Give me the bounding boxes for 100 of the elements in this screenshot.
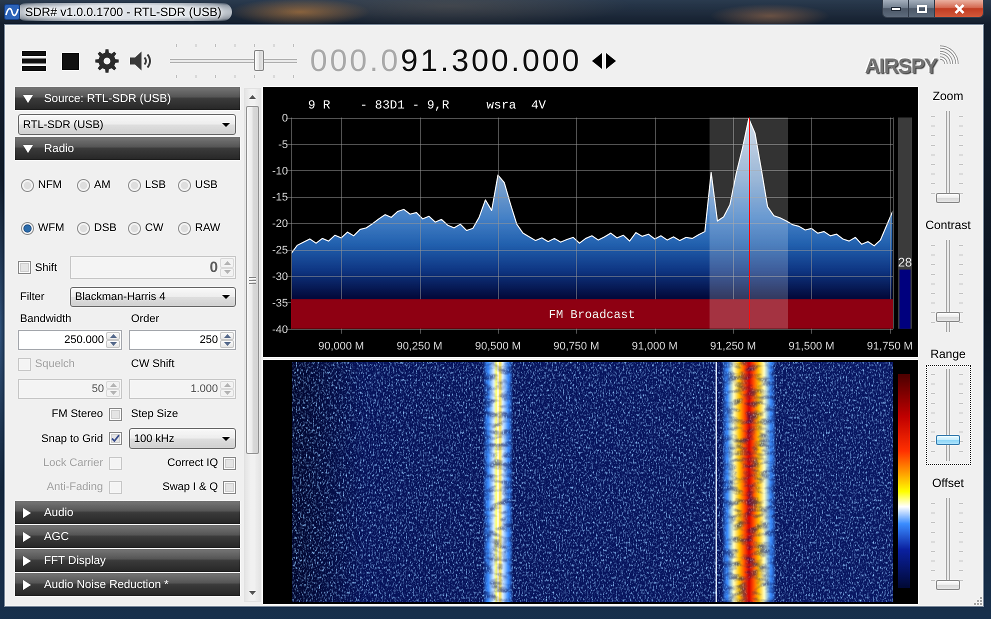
y-tick-label: -40 xyxy=(272,324,288,336)
slider-label: Zoom xyxy=(932,89,964,103)
x-tick-label: 90,000 M xyxy=(318,340,364,352)
checkbox[interactable] xyxy=(109,432,122,445)
y-tick-label: -5 xyxy=(278,138,288,151)
radio-button[interactable] xyxy=(128,222,141,234)
x-tick-label: 91,000 M xyxy=(632,340,678,352)
radio-button[interactable] xyxy=(178,222,191,234)
caret-up-icon xyxy=(224,334,230,338)
checkbox-label: Anti-Fading xyxy=(46,481,103,493)
menu-icon[interactable] xyxy=(22,51,46,71)
stop-icon[interactable] xyxy=(62,52,79,70)
y-tick-label: -15 xyxy=(272,192,288,204)
slider-thumb[interactable] xyxy=(254,50,264,71)
radio-button[interactable] xyxy=(178,178,191,192)
x-tick-label: 91,750 M xyxy=(866,340,913,352)
checkbox-label: Lock Carrier xyxy=(43,457,103,469)
scroll-up-arrow-icon[interactable] xyxy=(249,95,256,99)
app-icon xyxy=(4,4,20,20)
slider-thumb[interactable] xyxy=(936,434,960,445)
section-header[interactable]: AGC xyxy=(15,525,240,548)
y-tick-label: -20 xyxy=(272,218,288,230)
caret-up-icon xyxy=(110,334,116,338)
section-header[interactable]: Radio xyxy=(15,137,240,160)
minimize-button[interactable] xyxy=(883,0,909,17)
settings-icon[interactable] xyxy=(95,49,119,73)
spin-down-button[interactable] xyxy=(106,340,120,348)
slider-thumb[interactable] xyxy=(936,580,960,590)
x-tick-label: 90,750 M xyxy=(553,340,600,352)
close-button[interactable] xyxy=(935,0,983,17)
spin-up-button[interactable] xyxy=(220,332,234,340)
step-size-dropdown[interactable]: 100 kHz xyxy=(129,428,236,449)
caret-up-icon xyxy=(224,383,230,387)
caret-down-icon xyxy=(222,122,230,126)
checkbox[interactable] xyxy=(109,408,122,420)
maximize-button[interactable] xyxy=(909,0,935,17)
caret-down-icon xyxy=(224,342,230,346)
resize-grip-icon[interactable] xyxy=(974,597,982,605)
radio-label: NFM xyxy=(38,179,62,191)
filter-dropdown[interactable]: Blackman-Harris 4 xyxy=(70,287,236,307)
section-header[interactable]: Source: RTL-SDR (USB) xyxy=(15,87,240,110)
caret-down-icon xyxy=(222,295,230,299)
frequency-prefix: 000.0 xyxy=(310,43,401,78)
slider-thumb[interactable] xyxy=(936,193,960,203)
order-field[interactable]: 250 xyxy=(129,330,236,350)
y-tick-label: 0 xyxy=(282,112,288,124)
caret-down-icon xyxy=(224,270,230,274)
checkbox-label: FM Stereo xyxy=(52,408,103,420)
maximize-icon xyxy=(916,4,926,12)
checkbox[interactable] xyxy=(18,261,31,274)
field-label: Order xyxy=(130,312,160,326)
bandwidth-field[interactable]: 250.000 xyxy=(18,330,122,350)
speaker-icon[interactable] xyxy=(129,50,153,72)
radio-button[interactable] xyxy=(21,222,34,234)
section-header[interactable]: Audio Noise Reduction * xyxy=(15,573,240,596)
field-label: Step Size xyxy=(130,408,180,420)
scrollbar-thumb[interactable] xyxy=(246,106,259,454)
radio-button[interactable] xyxy=(21,178,34,192)
x-tick-label: 90,250 M xyxy=(396,340,442,352)
slider-thumb[interactable] xyxy=(936,312,960,322)
checkbox[interactable] xyxy=(223,456,236,470)
caret-down-icon xyxy=(222,436,230,440)
caret-up-icon xyxy=(224,260,230,265)
filter-passband[interactable] xyxy=(710,118,788,329)
checkbox-label: Squelch xyxy=(35,358,75,370)
band-label: FM Broadcast xyxy=(548,308,636,322)
radio-label: LSB xyxy=(145,179,166,191)
device-dropdown[interactable]: RTL-SDR (USB) xyxy=(18,114,236,135)
caret-down-icon xyxy=(224,391,230,395)
window-title: SDR# v1.0.0.1700 - RTL-SDR (USB) xyxy=(17,3,232,21)
section-header[interactable]: Audio xyxy=(15,501,240,524)
caret-down-icon xyxy=(110,391,116,395)
x-tick-label: 91,250 M xyxy=(710,340,756,352)
left-right-arrows-icon[interactable] xyxy=(592,53,616,69)
radio-button[interactable] xyxy=(128,178,141,192)
field-label: Bandwidth xyxy=(19,312,72,326)
field-label: CW Shift xyxy=(130,358,176,370)
radio-button[interactable] xyxy=(77,178,90,192)
radio-label: USB xyxy=(195,179,218,191)
y-tick-label: -35 xyxy=(272,297,288,310)
radio-button[interactable] xyxy=(77,222,90,234)
signal-arcs-icon xyxy=(938,45,959,66)
y-tick-label: -10 xyxy=(272,165,288,178)
field-label: Filter xyxy=(19,291,44,303)
radio-label: WFM xyxy=(38,222,64,234)
vertical-slider[interactable] xyxy=(926,365,970,465)
checkbox-label: Snap to Grid xyxy=(41,432,103,444)
caret-up-icon xyxy=(110,383,116,387)
caret-down-icon xyxy=(110,342,116,346)
section-header[interactable]: FFT Display xyxy=(15,549,240,572)
x-tick-label: 91,500 M xyxy=(788,340,834,352)
scroll-down-arrow-icon[interactable] xyxy=(249,591,256,595)
spin-up-button[interactable] xyxy=(106,332,120,340)
vertical-scrollbar[interactable] xyxy=(244,88,261,602)
checkbox[interactable] xyxy=(223,480,236,494)
spin-down-button[interactable] xyxy=(220,340,234,348)
rds-text: 9 R - 83D1 - 9,R wsra 4V xyxy=(308,98,546,112)
signal-meter-reading: 28 xyxy=(898,256,912,270)
checkbox-label: Shift xyxy=(35,262,58,274)
close-icon xyxy=(954,4,964,14)
